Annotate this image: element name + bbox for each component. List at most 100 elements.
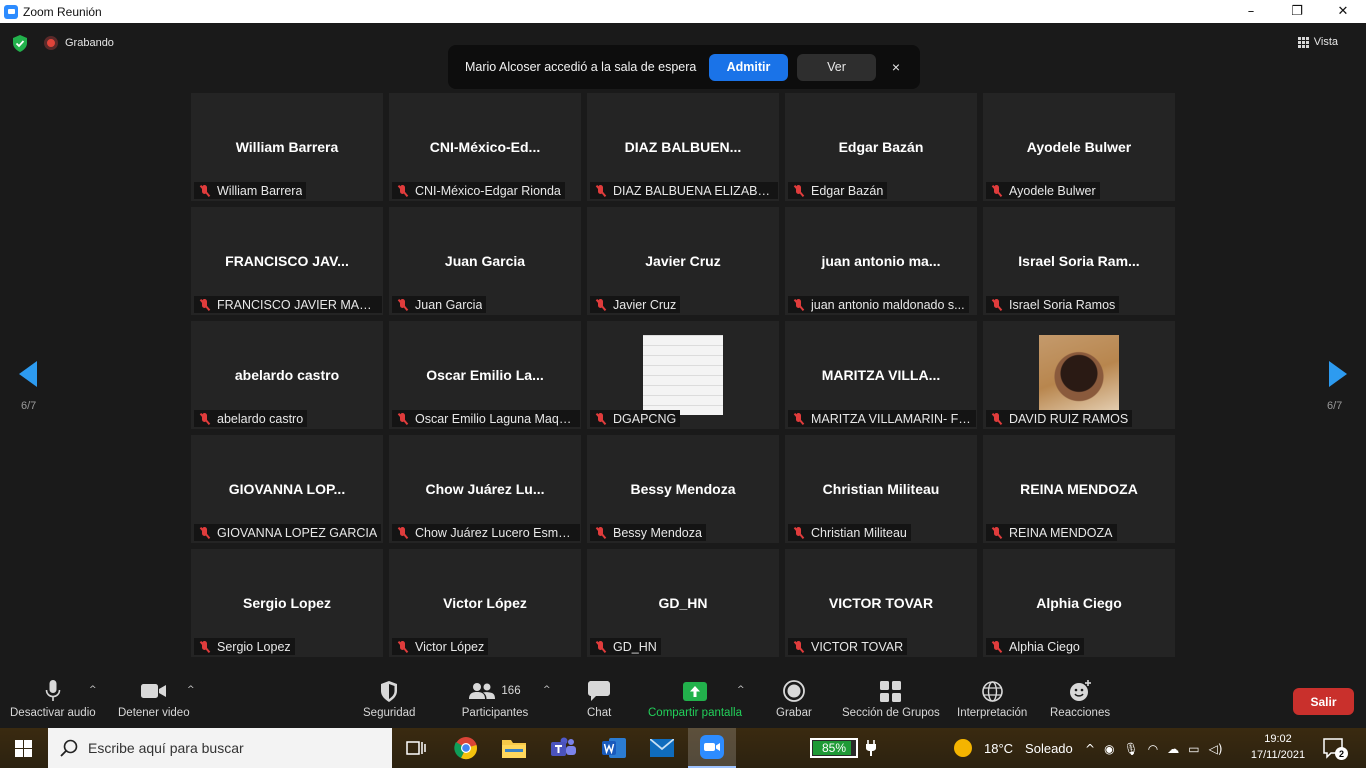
close-notification-button[interactable]: × [881,54,911,81]
taskbar-clock[interactable]: 19:02 17/11/2021 [1245,731,1311,763]
participant-tile[interactable]: Sergio Lopez Sergio Lopez [191,549,383,657]
muted-microphone-icon [396,412,410,425]
mute-audio-button[interactable]: Desactivar audio [10,680,96,719]
participant-tile[interactable]: William Barrera William Barrera [191,93,383,201]
battery-indicator[interactable]: 85% [810,738,858,758]
participant-display-name: Juan Garcia [444,253,526,269]
teams-icon[interactable] [540,728,588,768]
task-view-icon[interactable] [392,728,440,768]
taskbar-search-input[interactable]: Escribe aquí para buscar [48,728,392,768]
participant-name-label: GIOVANNA LOPEZ GARCIA [194,524,382,541]
volume-icon[interactable]: ◁) [1209,742,1223,756]
participant-tile[interactable]: juan antonio ma... juan antonio maldonado… [785,207,977,315]
webcam-icon[interactable]: ◉ [1104,742,1114,756]
participant-tile[interactable]: VICTOR TOVAR VICTOR TOVAR [785,549,977,657]
tray-microphone-icon[interactable]: 🎙 [1124,742,1139,756]
security-label: Seguridad [363,707,416,719]
view-waiting-room-button[interactable]: Ver [797,53,876,81]
onedrive-icon[interactable]: ☁ [1167,742,1179,756]
participant-tile[interactable]: Javier Cruz Javier Cruz [587,207,779,315]
participant-tile[interactable]: MARITZA VILLA... MARITZA VILLAMARIN- FG..… [785,321,977,429]
breakout-rooms-button[interactable]: Sección de Grupos [842,680,940,719]
participant-name-label: Christian Militeau [788,524,911,541]
participant-tile[interactable]: FRANCISCO JAV... FRANCISCO JAVIER MARTI..… [191,207,383,315]
recording-indicator[interactable]: Grabando [44,36,114,50]
word-icon[interactable] [590,728,638,768]
participant-name-label: MARITZA VILLAMARIN- FG... [788,410,976,427]
muted-microphone-icon [990,412,1004,425]
participant-tile[interactable]: Christian Militeau Christian Militeau [785,435,977,543]
leave-meeting-button[interactable]: Salir [1293,688,1354,715]
muted-microphone-icon [792,526,806,539]
participant-tile[interactable]: DGAPCNG [587,321,779,429]
participant-tile[interactable]: GD_HN GD_HN [587,549,779,657]
audio-options-caret-icon[interactable]: ^ [89,685,97,695]
mail-icon[interactable] [638,728,686,768]
security-button[interactable]: Seguridad [363,680,415,719]
minimize-button[interactable]: – [1228,0,1274,23]
restore-button[interactable]: ❐ [1274,0,1320,23]
participant-tile[interactable]: GIOVANNA LOP... GIOVANNA LOPEZ GARCIA [191,435,383,543]
encryption-shield-icon[interactable] [12,35,28,52]
wifi-icon[interactable]: ◠ [1148,742,1158,756]
interpretation-button[interactable]: Interpretación [957,680,1027,719]
participant-tile[interactable]: Edgar Bazán Edgar Bazán [785,93,977,201]
participant-label-text: FRANCISCO JAVIER MARTI... [217,297,378,312]
participants-button[interactable]: 166 Participantes [461,680,529,719]
zoom-taskbar-icon[interactable] [688,728,736,768]
participant-display-name: Sergio Lopez [243,595,331,611]
participant-tile[interactable]: Israel Soria Ram... Israel Soria Ramos [983,207,1175,315]
admit-button[interactable]: Admitir [709,53,788,81]
participant-tile[interactable]: Victor López Victor López [389,549,581,657]
share-screen-button[interactable]: Compartir pantalla [648,680,742,719]
show-hidden-icons-icon[interactable]: ^ [1085,742,1095,756]
participant-name-label: Oscar Emilio Laguna Maqu... [392,410,580,427]
stop-video-button[interactable]: Detener video [118,680,190,719]
file-explorer-icon[interactable] [490,728,538,768]
muted-microphone-icon [396,298,410,311]
video-options-caret-icon[interactable]: ^ [187,685,195,695]
participant-label-text: Edgar Bazán [811,183,884,198]
participant-name-label: Javier Cruz [590,296,681,313]
previous-page-arrow-icon[interactable] [19,361,37,387]
window-controls: – ❐ ✕ [1228,0,1366,23]
reactions-button[interactable]: Reacciones [1050,680,1110,719]
view-button[interactable]: Vista [1297,36,1338,48]
participant-tile[interactable]: Chow Juárez Lu... Chow Juárez Lucero Esme… [389,435,581,543]
participant-tile[interactable]: DAVID RUIZ RAMOS [983,321,1175,429]
participant-tile[interactable]: Ayodele Bulwer Ayodele Bulwer [983,93,1175,201]
participant-display-name: Chow Juárez Lu... [425,481,545,497]
participant-tile[interactable]: abelardo castro abelardo castro [191,321,383,429]
participant-tile[interactable]: DIAZ BALBUEN... DIAZ BALBUENA ELIZABETH [587,93,779,201]
participant-display-name: Edgar Bazán [838,139,924,155]
weather-widget[interactable]: 18°C Soleado [954,739,1073,757]
sun-icon [954,739,972,757]
participant-tile[interactable]: Bessy Mendoza Bessy Mendoza [587,435,779,543]
close-window-button[interactable]: ✕ [1320,0,1366,23]
participant-tile[interactable]: REINA MENDOZA REINA MENDOZA [983,435,1175,543]
zoom-logo-icon [4,4,18,19]
share-options-caret-icon[interactable]: ^ [737,685,745,695]
muted-microphone-icon [396,640,410,653]
participant-tile[interactable]: Alphia Ciego Alphia Ciego [983,549,1175,657]
participant-label-text: CNI-México-Edgar Rionda [415,183,561,198]
windows-start-icon[interactable] [15,740,32,757]
participant-tile[interactable]: Juan Garcia Juan Garcia [389,207,581,315]
record-button[interactable]: Grabar [776,680,812,719]
muted-microphone-icon [198,526,212,539]
muted-microphone-icon [792,412,806,425]
participant-name-label: Edgar Bazán [788,182,888,199]
participant-tile[interactable]: CNI-México-Ed... CNI-México-Edgar Rionda [389,93,581,201]
battery-tray-icon[interactable]: ▭ [1188,742,1199,756]
chat-button[interactable]: Chat [587,680,611,719]
participant-tile[interactable]: Oscar Emilio La... Oscar Emilio Laguna Ma… [389,321,581,429]
participant-display-name: William Barrera [235,139,339,155]
next-page-arrow-icon[interactable] [1329,361,1347,387]
participant-label-text: GD_HN [613,639,657,654]
participants-options-caret-icon[interactable]: ^ [543,685,551,695]
muted-microphone-icon [198,184,212,197]
system-tray: ^ ◉ 🎙 ◠ ☁ ▭ ◁) [1085,740,1232,758]
clock-date: 17/11/2021 [1250,749,1306,761]
chrome-icon[interactable] [442,728,490,768]
recording-label: Grabando [65,37,114,49]
